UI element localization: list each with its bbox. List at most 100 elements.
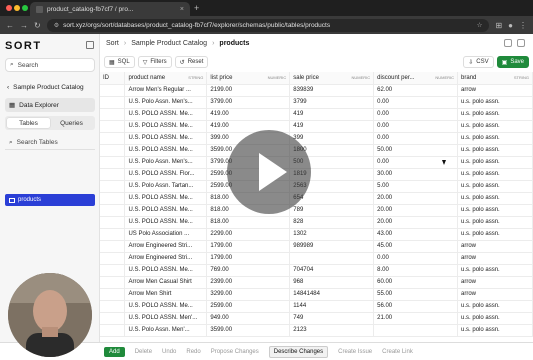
tab-tables[interactable]: Tables: [7, 118, 50, 128]
table-cell[interactable]: u.s. polo assn.: [457, 132, 533, 145]
browser-tab[interactable]: product_catalog-fb7cf7 / pro... ×: [30, 2, 190, 16]
table-cell[interactable]: 1144: [289, 300, 375, 313]
table-row[interactable]: U.S. POLO ASSN. Me...818.0065420.00u.s. …: [100, 192, 533, 205]
csv-button[interactable]: ⇩ CSV: [463, 56, 494, 68]
table-cell[interactable]: 989989: [289, 240, 375, 253]
layout-icon[interactable]: [504, 39, 512, 47]
table-cell[interactable]: [100, 216, 126, 229]
table-cell[interactable]: [100, 108, 126, 121]
table-row[interactable]: U.S. POLO ASSN. Me... 818.00 789 20.00 u.s. …: [100, 204, 533, 217]
table-cell[interactable]: [100, 228, 126, 241]
table-cell[interactable]: arrow: [457, 252, 533, 265]
table-cell[interactable]: 749: [289, 312, 375, 325]
table-row[interactable]: U.S. POLO ASSN. Me...3599.00180050.00u.s…: [100, 144, 533, 157]
table-cell[interactable]: 14841484: [289, 288, 375, 301]
table-row[interactable]: U.S. POLO ASSN. Me... 419.00 419 0.00 u.s. p…: [100, 108, 533, 121]
table-cell[interactable]: [100, 192, 126, 205]
table-cell[interactable]: u.s. polo assn.: [457, 168, 533, 181]
table-cell[interactable]: 3799: [289, 96, 375, 109]
table-row[interactable]: U.S. POLO ASSN. Me... 419.00 419 0.00 u.s. p…: [100, 120, 533, 133]
bookmark-star-icon[interactable]: ☆: [477, 21, 483, 29]
table-cell[interactable]: Arrow Engineered Stri...: [124, 240, 208, 253]
table-cell[interactable]: U.S. POLO ASSN. Me...: [124, 144, 208, 157]
table-cell[interactable]: 3299.00: [206, 288, 291, 301]
video-play-button[interactable]: [227, 130, 311, 214]
table-row[interactable]: U.S. Polo Assn. Men's... 3799.00 3799 0.00 u…: [100, 96, 533, 109]
extensions-icon[interactable]: ⊞: [495, 21, 502, 30]
table-cell[interactable]: 20.00: [373, 216, 459, 229]
table-cell[interactable]: [100, 288, 126, 301]
filters-button[interactable]: ▽ Filters: [137, 56, 172, 68]
table-cell[interactable]: Arrow Men's Regular ...: [124, 84, 208, 97]
table-cell[interactable]: u.s. polo assn.: [457, 300, 533, 313]
forward-icon[interactable]: →: [20, 21, 28, 30]
table-cell[interactable]: u.s. polo assn.: [457, 192, 533, 205]
column-header[interactable]: product name STRING: [124, 72, 208, 85]
table-cell[interactable]: Arrow Engineered Stri...: [124, 252, 208, 265]
table-cell[interactable]: [100, 252, 126, 265]
table-cell[interactable]: Arrow Men Casual Shirt: [124, 276, 208, 289]
table-cell[interactable]: 2399.00: [206, 276, 291, 289]
table-cell[interactable]: 50.00: [373, 144, 459, 157]
table-cell[interactable]: arrow: [457, 84, 533, 97]
table-cell[interactable]: u.s. polo assn.: [457, 108, 533, 121]
table-row[interactable]: U.S. POLO ASSN. Me... 818.00 828 20.00 u.s. …: [100, 216, 533, 229]
table-cell[interactable]: 419: [289, 108, 375, 121]
table-row[interactable]: U.S. Polo Assn. Men'... 3599.00 2123 u.s. p…: [100, 324, 533, 337]
table-cell[interactable]: 0.00: [373, 96, 459, 109]
table-cell[interactable]: 704704: [289, 264, 375, 277]
table-row[interactable]: Arrow Men's Regular ... 2199.00 839839 62.0…: [100, 84, 533, 97]
table-row[interactable]: U.S. POLO ASSN. Flor...2599.00181930.00u…: [100, 168, 533, 181]
sidebar-item-products[interactable]: products: [5, 194, 95, 206]
table-cell[interactable]: 2199.00: [206, 84, 291, 97]
table-row[interactable]: Arrow Men Casual Shirt 2399.00 968 60.00 arr…: [100, 276, 533, 289]
breadcrumb-item[interactable]: Sample Product Catalog: [131, 40, 207, 47]
table-cell[interactable]: 1799.00: [206, 240, 291, 253]
table-row[interactable]: U.S. Polo Assn. Tartan...2599.0025635.00…: [100, 180, 533, 193]
table-cell[interactable]: u.s. polo assn.: [457, 216, 533, 229]
table-cell[interactable]: u.s. polo assn.: [457, 312, 533, 325]
table-cell[interactable]: u.s. polo assn.: [457, 324, 533, 337]
table-cell[interactable]: [100, 144, 126, 157]
table-cell[interactable]: [100, 324, 126, 337]
table-cell[interactable]: 20.00: [373, 192, 459, 205]
table-cell[interactable]: [100, 264, 126, 277]
breadcrumb-item[interactable]: Sort: [106, 40, 119, 47]
table-row[interactable]: Arrow Engineered Stri... 1799.00 0.00 arrow: [100, 252, 533, 265]
table-cell[interactable]: U.S. Polo Assn. Tartan...: [124, 180, 208, 193]
table-cell[interactable]: 43.00: [373, 228, 459, 241]
table-cell[interactable]: arrow: [457, 276, 533, 289]
table-cell[interactable]: 5.00: [373, 180, 459, 193]
table-cell[interactable]: u.s. polo assn.: [457, 120, 533, 133]
table-cell[interactable]: U.S. POLO ASSN. Me...: [124, 264, 208, 277]
column-header[interactable]: discount per... NUMERIC: [373, 72, 459, 85]
table-cell[interactable]: [373, 324, 459, 337]
table-cell[interactable]: U.S. POLO ASSN. Me...: [124, 300, 208, 313]
settings-icon[interactable]: [517, 39, 525, 47]
table-cell[interactable]: u.s. polo assn.: [457, 180, 533, 193]
table-cell[interactable]: [289, 252, 375, 265]
table-cell[interactable]: 399: [289, 132, 375, 145]
table-row[interactable]: U.S. Polo Assn. Men's...3799.005000.00u.…: [100, 156, 533, 169]
data-grid[interactable]: ID product name STRING list price NUMERIC sal…: [100, 72, 533, 360]
table-cell[interactable]: 56.00: [373, 300, 459, 313]
minimize-window-icon[interactable]: [14, 5, 20, 11]
back-icon[interactable]: ←: [6, 21, 14, 30]
table-cell[interactable]: [100, 168, 126, 181]
table-cell[interactable]: arrow: [457, 288, 533, 301]
table-cell[interactable]: u.s. polo assn.: [457, 204, 533, 217]
close-tab-icon[interactable]: ×: [180, 6, 184, 13]
column-header[interactable]: brand STRING: [457, 72, 533, 85]
table-cell[interactable]: 2599.00: [206, 300, 291, 313]
close-window-icon[interactable]: [6, 5, 12, 11]
table-row[interactable]: U.S. POLO ASSN. Me... 769.00 704704 8.00 u.s…: [100, 264, 533, 277]
table-row[interactable]: U.S. POLO ASSN. Me... 399.00 399 0.00 u.s. p…: [100, 132, 533, 145]
table-cell[interactable]: U.S. POLO ASSN. Flor...: [124, 168, 208, 181]
table-cell[interactable]: 45.00: [373, 240, 459, 253]
table-cell[interactable]: U.S. POLO ASSN. Men'...: [124, 312, 208, 325]
sql-button[interactable]: ▦ SQL: [104, 56, 135, 68]
save-button[interactable]: ▣ Save: [496, 56, 529, 68]
table-cell[interactable]: u.s. polo assn.: [457, 156, 533, 169]
table-row[interactable]: U.S. POLO ASSN. Me... 2599.00 1144 56.00 u.s…: [100, 300, 533, 313]
maximize-window-icon[interactable]: [22, 5, 28, 11]
